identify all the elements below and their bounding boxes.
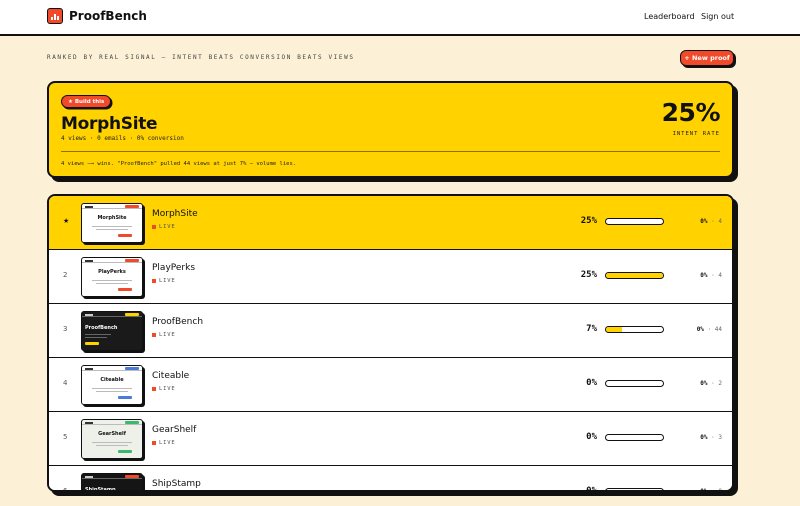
thumbnail-title: ProofBench [85,325,118,331]
intent-rate: 0% [586,378,597,388]
leaderboard-list[interactable]: ★ MorphSite MorphSite LIVE 25% 0% · 4 2 … [47,194,734,492]
build-this-badge: ★ Build this [61,95,112,108]
proof-thumbnail[interactable]: Citeable [81,365,143,405]
intent-progress-bar [605,434,664,441]
leaderboard-row[interactable]: 3 ProofBench ProofBench LIVE 7% 0% · 44 [49,304,732,358]
intent-progress-bar [605,272,664,279]
proof-name[interactable]: ShipStamp [152,479,201,489]
proof-thumbnail[interactable]: MorphSite [81,203,143,243]
status-badge: LIVE [152,440,175,446]
proof-name[interactable]: Citeable [152,371,189,381]
intent-progress-fill [606,327,622,332]
status-badge: LIVE [152,224,175,230]
hero-intent-rate: 25% [661,98,721,127]
intent-progress-bar [605,488,664,490]
brand[interactable]: ProofBench [47,8,147,24]
row-rank: 3 [63,325,68,333]
row-rank: ★ [63,217,70,225]
proof-name[interactable]: PlayPerks [152,263,195,273]
hero-divider [61,151,720,152]
live-dot-icon [152,333,156,337]
proof-thumbnail[interactable]: ProofBench [81,311,143,351]
intent-rate: 0% [586,486,597,492]
leaderboard-row[interactable]: ★ MorphSite MorphSite LIVE 25% 0% · 4 [49,196,732,250]
intent-progress-bar [605,218,664,225]
proof-thumbnail[interactable]: PlayPerks [81,257,143,297]
intent-progress-fill [606,273,663,278]
conversion-views: 0% · 4 [700,272,722,279]
bar-chart-logo-icon [47,8,63,24]
status-badge: LIVE [152,332,175,338]
hero-stats: 4 views · 0 emails · 0% conversion [61,135,184,142]
thumbnail-title: GearShelf [98,431,126,437]
live-dot-icon [152,225,156,229]
top-proof-card[interactable]: ★ Build this MorphSite 4 views · 0 email… [47,81,734,178]
intent-progress-bar [605,380,664,387]
conversion-views: 0% · 2 [700,380,722,387]
top-navbar: ProofBench Leaderboard Sign out [0,0,800,36]
intent-rate: 25% [580,270,597,280]
row-rank: 6 [63,487,68,492]
intent-rate: 7% [586,324,597,334]
proof-name[interactable]: MorphSite [152,209,198,219]
row-rank: 2 [63,271,68,279]
live-dot-icon [152,279,156,283]
conversion-views: 0% · 44 [696,326,722,333]
hero-title: MorphSite [61,114,158,134]
live-dot-icon [152,387,156,391]
thumbnail-title: Citeable [100,377,124,383]
proof-name[interactable]: ProofBench [152,317,203,327]
leaderboard-row[interactable]: 2 PlayPerks PlayPerks LIVE 25% 0% · 4 [49,250,732,304]
leaderboard-row[interactable]: 5 GearShelf GearShelf LIVE 0% 0% · 3 [49,412,732,466]
page-tagline: RANKED BY REAL SIGNAL — INTENT BEATS CON… [47,54,355,61]
row-rank: 4 [63,379,68,387]
leaderboard-row[interactable]: 4 Citeable Citeable LIVE 0% 0% · 2 [49,358,732,412]
brand-name: ProofBench [69,9,147,23]
thumbnail-title: ShipStamp [85,487,116,492]
proof-name[interactable]: GearShelf [152,425,196,435]
intent-rate: 0% [586,432,597,442]
row-rank: 5 [63,433,68,441]
conversion-views: 0% · 4 [700,218,722,225]
new-proof-button[interactable]: + New proof [680,50,734,66]
intent-progress-bar [605,326,664,333]
conversion-views: 0% · 3 [700,434,722,441]
live-dot-icon [152,441,156,445]
intent-rate: 25% [580,216,597,226]
hero-intent-rate-label: INTENT RATE [672,131,720,137]
nav-leaderboard-link[interactable]: Leaderboard [644,12,695,21]
status-badge: LIVE [152,278,175,284]
status-badge: LIVE [152,386,175,392]
thumbnail-title: PlayPerks [98,269,126,275]
hero-note: 4 views —→ wins. "ProofBench" pulled 44 … [61,161,297,167]
conversion-views: 0% · 0 [700,488,722,492]
thumbnail-title: MorphSite [97,215,127,221]
proof-thumbnail[interactable]: ShipStamp [81,473,143,492]
leaderboard-row[interactable]: 6 ShipStamp ShipStamp LIVE 0% 0% · 0 [49,466,732,492]
nav-signout-link[interactable]: Sign out [701,12,734,21]
proof-thumbnail[interactable]: GearShelf [81,419,143,459]
